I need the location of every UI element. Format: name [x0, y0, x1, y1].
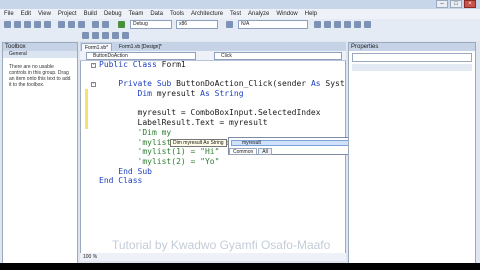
object-selector-combo[interactable]	[352, 53, 472, 62]
properties-title: Properties	[349, 43, 475, 51]
menu-architecture[interactable]: Architecture	[191, 11, 223, 17]
find-in-files-icon[interactable]	[314, 21, 321, 28]
cut-icon[interactable]	[58, 21, 65, 28]
tab-form1-design[interactable]: Form1.vb [Design]*	[116, 43, 165, 51]
toolbox-panel: Toolbox General There are no usable cont…	[2, 42, 78, 268]
changed-lines-marker	[85, 89, 88, 129]
save-icon[interactable]	[34, 21, 41, 28]
toolbox-section-general[interactable]: General	[3, 51, 77, 58]
menu-test[interactable]: Test	[230, 11, 241, 17]
class-name-combo[interactable]: ButtonDoAction	[86, 52, 196, 60]
zoom-level[interactable]: 100 %	[80, 253, 346, 261]
navigate-icon[interactable]	[226, 21, 233, 28]
code-line[interactable]: myresult = ComboBoxInput.SelectedIndex	[99, 108, 345, 118]
code-editor[interactable]: - - Public Class Form1​ Private Sub Butt…	[80, 60, 346, 261]
open-file-icon[interactable]	[24, 21, 31, 28]
properties-panel: Properties	[348, 42, 476, 268]
document-tabs: Form1.vb* Form1.vb [Design]*	[80, 42, 346, 51]
code-line[interactable]: End Sub	[99, 167, 345, 177]
code-line[interactable]: Public Class Form1	[99, 60, 345, 70]
code-line[interactable]: 'mylist(2) = "Yo"	[99, 157, 345, 167]
quick-info-tooltip: Dim myresult As String	[170, 139, 227, 147]
menu-view[interactable]: View	[38, 11, 51, 17]
collapse-class-toggle[interactable]: -	[91, 63, 96, 68]
menu-build[interactable]: Build	[84, 11, 97, 17]
method-name-combo[interactable]: Click	[214, 52, 342, 60]
code-line[interactable]: Dim myresult As String	[99, 89, 345, 99]
indent-icon[interactable]	[92, 32, 99, 39]
code-line[interactable]: ​	[99, 99, 345, 109]
tab-form1-vb[interactable]: Form1.vb*	[81, 43, 113, 51]
window-controls: – □ ×	[436, 0, 476, 8]
toolbox-empty-message: There are no usable controls in this gro…	[9, 64, 71, 88]
redo-icon[interactable]	[102, 21, 109, 28]
code-line[interactable]: LabelResult.Text = myresult	[99, 118, 345, 128]
code-line[interactable]: ​	[99, 70, 345, 80]
intellisense-tabs: Common All	[229, 148, 273, 155]
menu-file[interactable]: File	[4, 11, 14, 17]
comment-icon[interactable]	[112, 32, 119, 39]
intellisense-item-selected[interactable]: myresult	[231, 140, 367, 146]
menu-help[interactable]: Help	[305, 11, 317, 17]
text-editor-toolbar	[0, 31, 480, 41]
properties-toolbar	[352, 64, 472, 71]
uncomment-icon[interactable]	[122, 32, 129, 39]
minimize-button[interactable]: –	[436, 0, 448, 8]
menu-data[interactable]: Data	[150, 11, 163, 17]
object-browser-icon[interactable]	[344, 21, 351, 28]
menu-project[interactable]: Project	[58, 11, 77, 17]
properties-window-icon[interactable]	[334, 21, 341, 28]
outdent-icon[interactable]	[102, 32, 109, 39]
letterbox-bar	[0, 263, 480, 270]
code-line[interactable]: Private Sub ButtonDoAction_Click(sender …	[99, 79, 344, 89]
video-frame: – □ × File Edit View Project Build Debug Team D…	[0, 0, 480, 270]
solution-platform-combo[interactable]: x86	[176, 20, 218, 29]
code-text[interactable]: Public Class Form1​ Private Sub ButtonDo…	[99, 60, 345, 186]
format-icon[interactable]	[82, 32, 89, 39]
new-project-icon[interactable]	[4, 21, 11, 28]
title-bar: – □ ×	[0, 0, 480, 9]
tutorial-watermark: Tutorial by Kwadwo Gyamfi Osafo-Maafo	[112, 238, 331, 252]
add-item-icon[interactable]	[14, 21, 21, 28]
start-debugging-icon[interactable]	[118, 21, 125, 28]
close-button[interactable]: ×	[464, 0, 476, 8]
solution-explorer-icon[interactable]	[324, 21, 331, 28]
toolbox-title: Toolbox	[3, 43, 77, 51]
maximize-button[interactable]: □	[450, 0, 462, 8]
undo-icon[interactable]	[92, 21, 99, 28]
collapse-sub-toggle[interactable]: -	[91, 82, 96, 87]
menu-edit[interactable]: Edit	[21, 11, 31, 17]
menu-team[interactable]: Team	[129, 11, 144, 17]
start-page-icon[interactable]	[364, 21, 371, 28]
copy-icon[interactable]	[68, 21, 75, 28]
ide-window: – □ × File Edit View Project Build Debug Team D…	[0, 0, 480, 270]
menu-debug[interactable]: Debug	[104, 11, 122, 17]
solution-config-combo[interactable]: Debug	[130, 20, 172, 29]
code-line[interactable]: End Class	[99, 176, 345, 186]
intellisense-tab-all[interactable]: All	[258, 148, 272, 155]
toolbox-icon[interactable]	[354, 21, 361, 28]
save-all-icon[interactable]	[44, 21, 51, 28]
menu-analyze[interactable]: Analyze	[248, 11, 269, 17]
intellisense-tab-common[interactable]: Common	[229, 148, 258, 155]
find-combo[interactable]: N/A	[238, 20, 308, 29]
menu-tools[interactable]: Tools	[170, 11, 184, 17]
paste-icon[interactable]	[78, 21, 85, 28]
menu-bar: File Edit View Project Build Debug Team Data Too…	[0, 9, 480, 19]
menu-window[interactable]: Window	[276, 11, 297, 17]
